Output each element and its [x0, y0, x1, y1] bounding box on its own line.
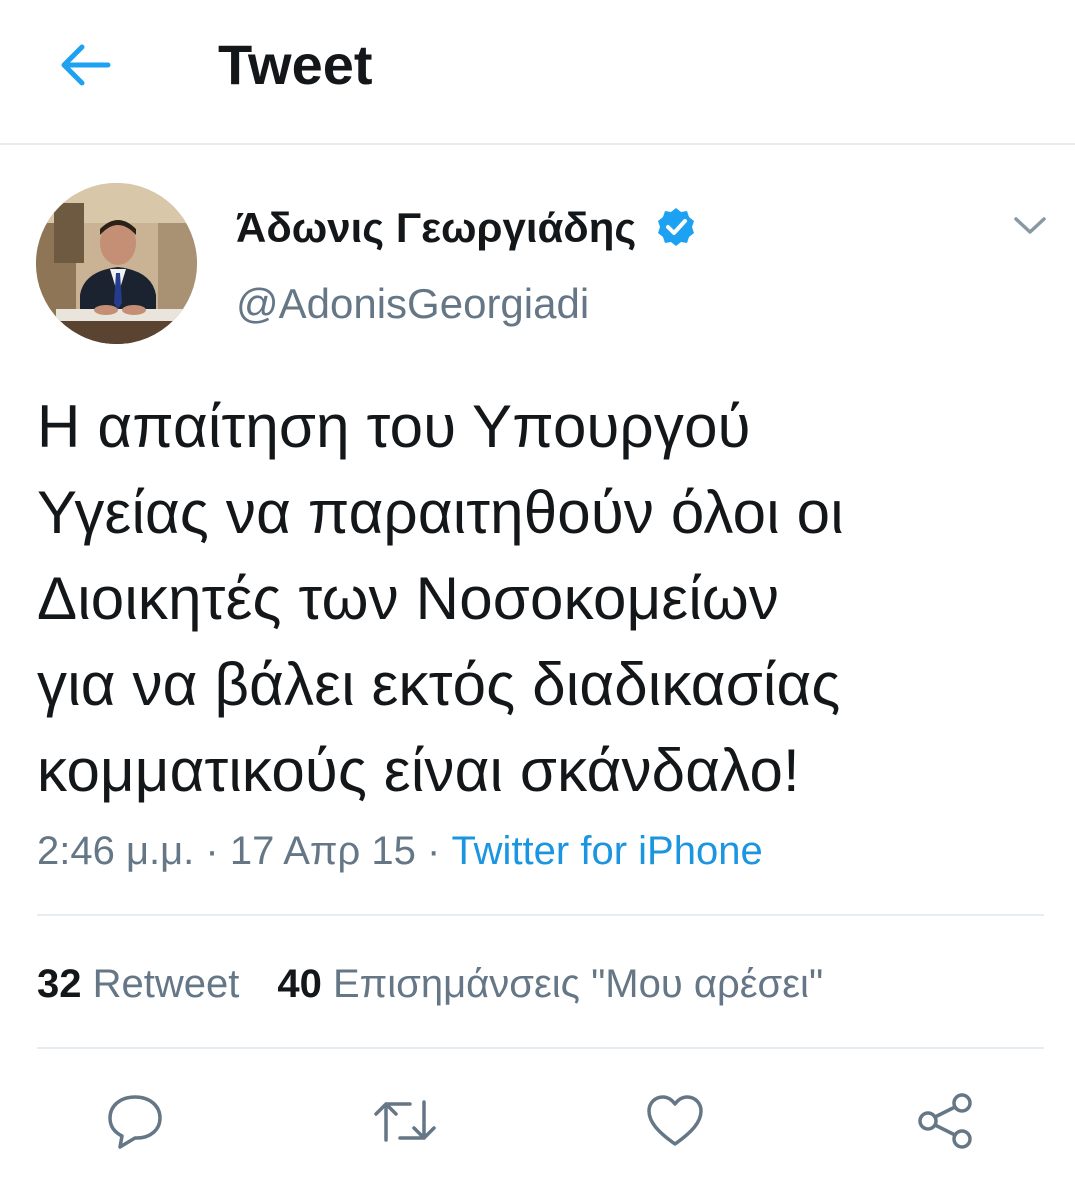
divider: [37, 1047, 1044, 1049]
meta-separator: ·: [415, 829, 452, 873]
like-button[interactable]: [644, 1090, 706, 1152]
retweet-button[interactable]: [374, 1090, 436, 1152]
divider: [37, 914, 1044, 916]
likes-count: 40: [277, 962, 322, 1006]
tweet-time: 2:46 μ.μ.: [37, 829, 195, 873]
tweet-source-link[interactable]: Twitter for iPhone: [451, 829, 762, 873]
likes-label: Επισημάνσεις "Μου αρέσει": [333, 962, 824, 1006]
share-icon: [918, 1093, 972, 1149]
tweet-stats: 32 Retweet 40 Επισημάνσεις "Μου αρέσει": [37, 959, 823, 1009]
chevron-down-icon: [1014, 217, 1046, 234]
back-button[interactable]: [52, 36, 116, 94]
reply-icon: [108, 1095, 162, 1149]
tweet-text: Η απαίτηση του Υπουργού Υγείας να παραιτ…: [37, 393, 844, 804]
avatar[interactable]: [36, 183, 197, 344]
tweet-date: 17 Απρ 15: [229, 829, 416, 873]
author-name[interactable]: Άδωνις Γεωργιάδης: [236, 203, 636, 253]
retweets-stat[interactable]: 32 Retweet: [37, 962, 239, 1006]
retweets-label: Retweet: [92, 962, 240, 1006]
profile-photo: [36, 183, 197, 344]
retweets-count: 32: [37, 962, 82, 1006]
share-button[interactable]: [914, 1090, 976, 1152]
retweet-icon: [374, 1100, 436, 1142]
tweet-meta: 2:46 μ.μ. · 17 Απρ 15 · Twitter for iPho…: [37, 826, 763, 876]
more-options-button[interactable]: [1008, 206, 1052, 246]
verified-badge-icon: [656, 207, 696, 247]
likes-stat[interactable]: 40 Επισημάνσεις "Μου αρέσει": [277, 962, 823, 1006]
top-bar: Tweet: [0, 0, 1075, 145]
meta-separator: ·: [194, 829, 230, 873]
like-icon: [647, 1095, 703, 1146]
author-handle[interactable]: @AdonisGeorgiadi: [236, 279, 589, 329]
arrow-left-icon: [61, 44, 111, 86]
page-title: Tweet: [218, 33, 373, 96]
reply-button[interactable]: [104, 1090, 166, 1152]
